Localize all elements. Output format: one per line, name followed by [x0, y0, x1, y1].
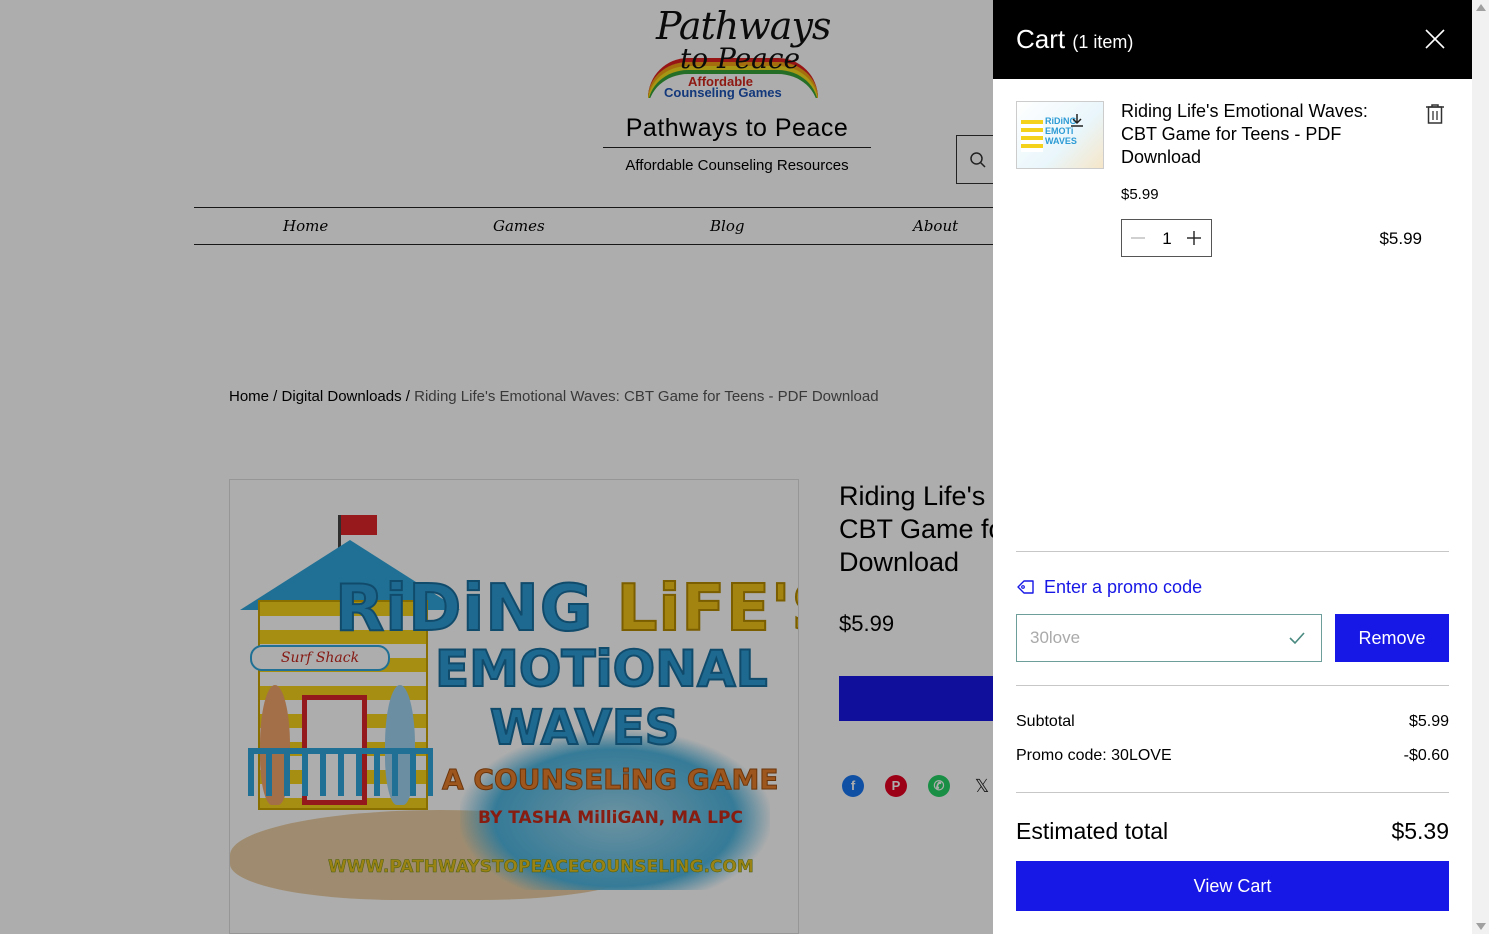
cart-item-thumbnail[interactable]: RiDiNG EMOTi WAVES [1016, 101, 1104, 169]
estimated-total-row: Estimated total $5.39 [1016, 818, 1449, 845]
subtotal-value: $5.99 [1408, 713, 1449, 730]
cart-item-unit-price: $5.99 [1121, 186, 1159, 203]
thumbnail-house [1021, 120, 1043, 152]
cart-item-count: (1 item) [1072, 32, 1134, 52]
estimated-total-value: $5.39 [1391, 818, 1449, 844]
promo-discount-label: Promo code: 30LOVE [1016, 747, 1172, 764]
remove-item-button[interactable] [1425, 103, 1445, 130]
cart-item-name[interactable]: Riding Life's Emotional Waves: CBT Game … [1121, 100, 1381, 169]
remove-promo-button[interactable]: Remove [1335, 614, 1449, 662]
subtotal-label: Subtotal [1016, 713, 1075, 730]
subtotal-row: Subtotal $5.99 [1016, 713, 1449, 731]
scrollbar[interactable] [1472, 0, 1489, 934]
promo-code-link[interactable]: Enter a promo code [1016, 577, 1202, 598]
cart-title: Cart (1 item) [1016, 24, 1133, 55]
cart-header: Cart (1 item) [993, 0, 1472, 79]
promo-code-link-label: Enter a promo code [1044, 577, 1203, 597]
view-cart-button[interactable]: View Cart [1016, 861, 1449, 911]
decrease-quantity-button[interactable] [1128, 228, 1148, 248]
quantity-stepper: 1 [1121, 219, 1212, 257]
increase-quantity-button[interactable] [1184, 228, 1204, 248]
check-icon [1289, 632, 1305, 645]
promo-discount-row: Promo code: 30LOVE -$0.60 [1016, 747, 1449, 765]
promo-code-input[interactable] [1016, 614, 1322, 662]
cart-drawer: Cart (1 item) RiDiNG EMOTi WAVES Riding … [993, 0, 1472, 934]
tag-icon [1017, 580, 1034, 594]
divider [1016, 685, 1449, 686]
divider [1016, 551, 1449, 552]
promo-discount-value: -$0.60 [1403, 747, 1449, 764]
scroll-down-arrow-icon[interactable] [1476, 923, 1486, 930]
quantity-value[interactable]: 1 [1158, 229, 1176, 249]
estimated-total-label: Estimated total [1016, 818, 1169, 844]
divider [1016, 792, 1449, 793]
page-overlay[interactable] [0, 0, 993, 934]
download-icon [1071, 114, 1083, 127]
scroll-up-arrow-icon[interactable] [1476, 4, 1486, 11]
minus-icon [1131, 237, 1145, 239]
plus-icon [1187, 231, 1201, 245]
close-icon [1425, 29, 1445, 49]
cart-item-total: $5.99 [1379, 229, 1422, 248]
trash-icon [1426, 104, 1444, 124]
close-cart-button[interactable] [1423, 27, 1447, 51]
cart-title-text: Cart [1016, 24, 1066, 54]
